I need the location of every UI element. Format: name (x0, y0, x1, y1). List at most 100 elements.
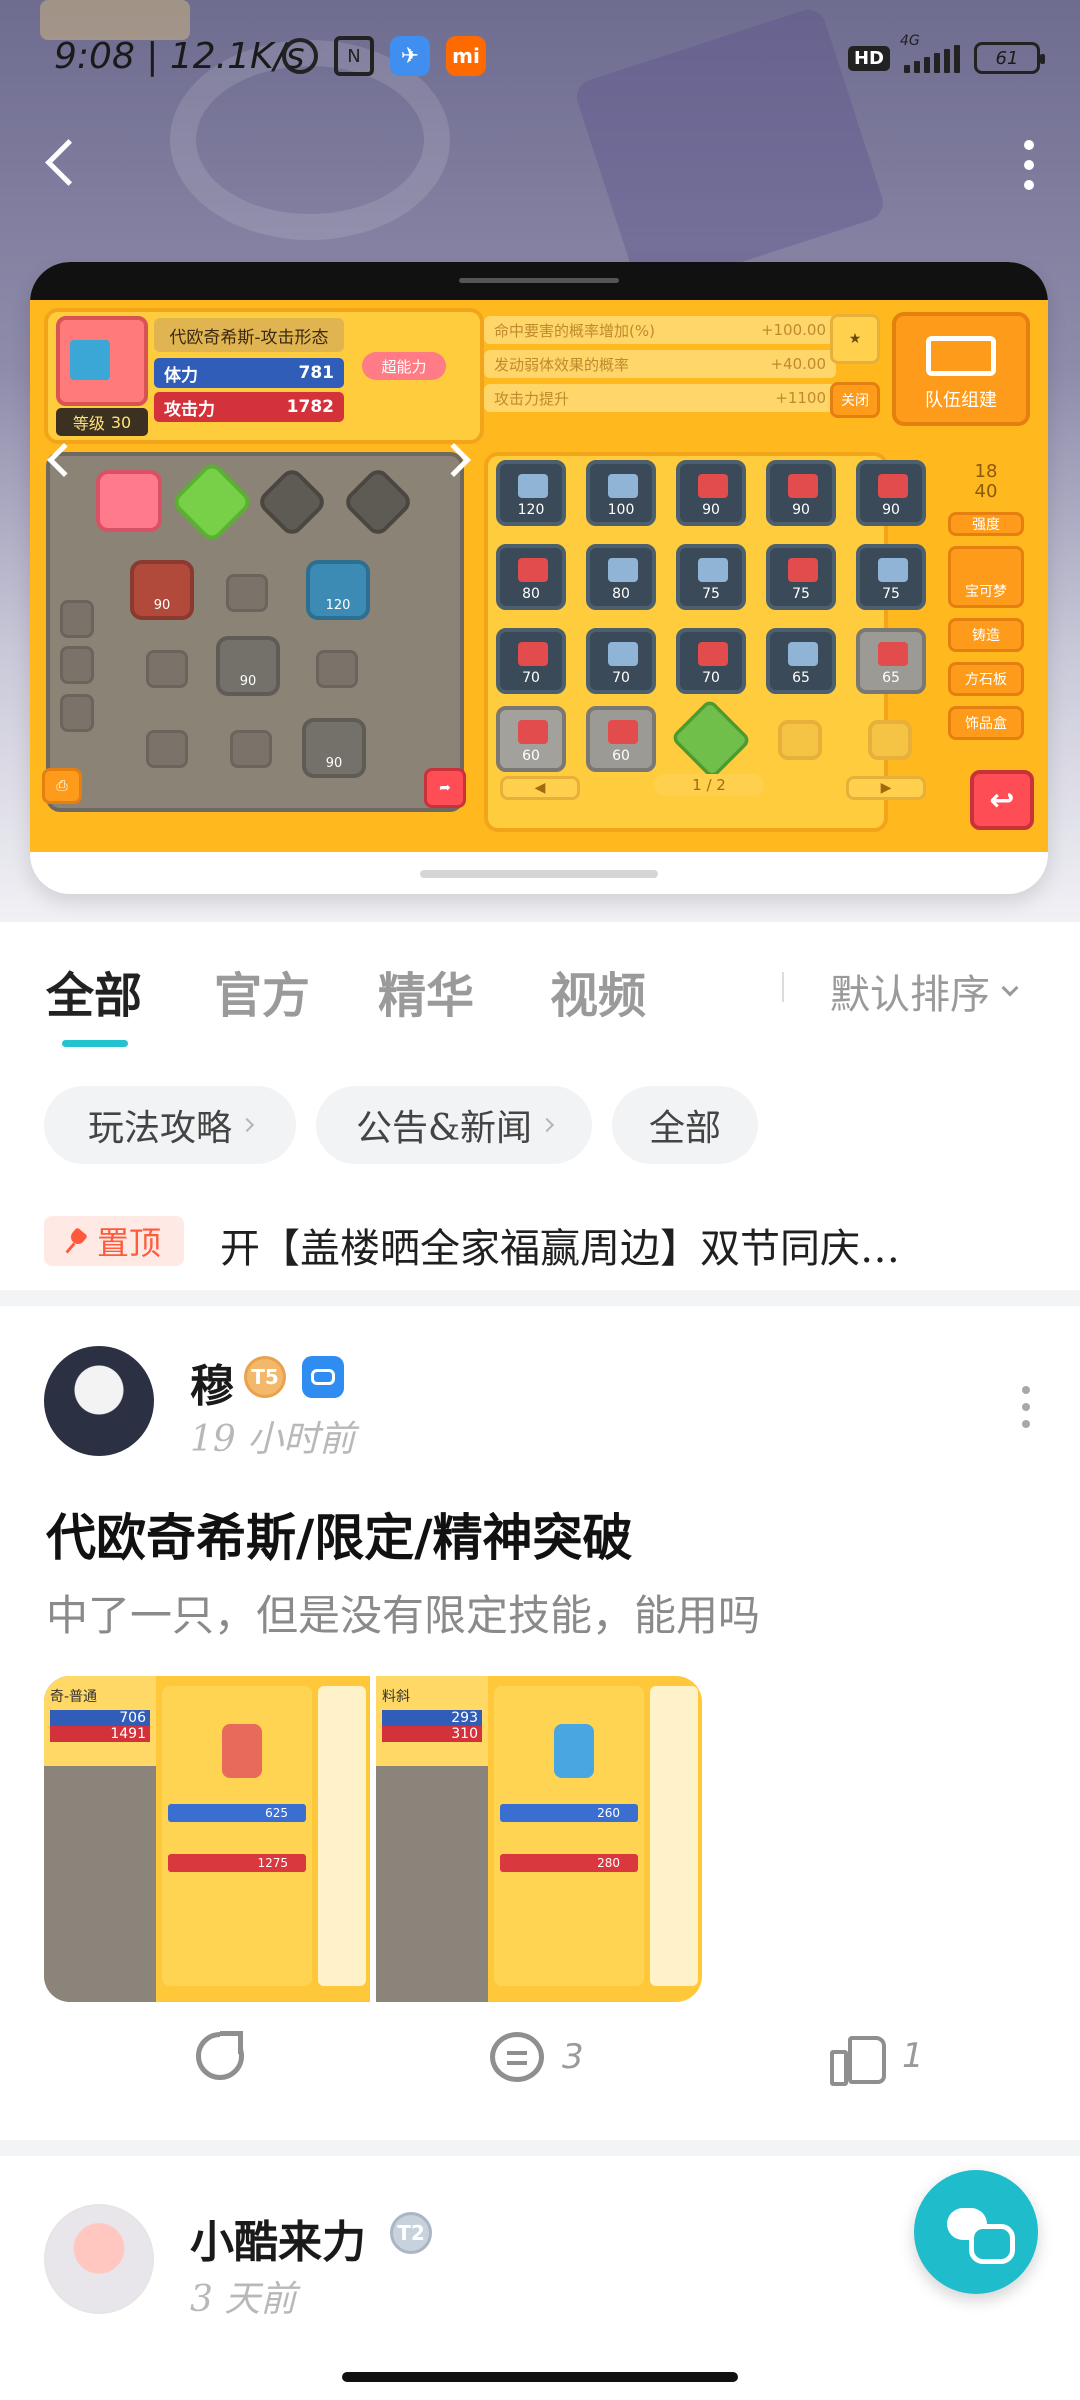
post-description[interactable]: 中了一只，但是没有限定技能，能用吗 (46, 1582, 760, 1643)
pokemon-figure (222, 1724, 262, 1778)
bonus-row: 命中要害的概率增加(%) +100.00 (484, 316, 836, 344)
level-badge: 等级 30 (56, 408, 148, 436)
inventory-empty-slot (778, 720, 822, 760)
tab-featured[interactable]: 精华 (378, 956, 474, 1026)
status-bar: 9:08 | 12.1K/s N ✈ mi HD 4G 61 (0, 0, 1080, 110)
comment-button[interactable]: 3 (490, 2032, 584, 2082)
thumbs-up-icon (830, 2032, 886, 2086)
board-side-slot (60, 694, 94, 732)
board-empty-slot (230, 730, 272, 768)
inventory-slot: 90 (676, 460, 746, 526)
side-button: 宝可梦 (948, 546, 1024, 608)
inventory-slot: 70 (586, 628, 656, 694)
post-more-button[interactable] (1022, 1386, 1032, 1428)
chevron-down-icon (1001, 979, 1019, 997)
game-screenshot: 代欧奇希斯-攻击形态 体力 781 攻击力 1782 等级 30 超能力 命中要害的概… (30, 300, 1048, 852)
board-empty-slot (146, 650, 188, 688)
share-icon: ➦ (424, 768, 466, 808)
username[interactable]: 穆 (190, 1350, 234, 1414)
pinned-title[interactable]: 开【盖楼晒全家福赢周边】双节同庆… (220, 1216, 1040, 1274)
post-images[interactable]: 奇-普通 706 1491 625 1275 料斜 293 310 260 28… (44, 1676, 702, 2002)
post-card[interactable]: 穆 T5 19 小时前 代欧奇希斯/限定/精神突破 中了一只，但是没有限定技能，… (0, 1306, 1080, 2140)
thumb-side (318, 1686, 366, 1986)
post-time: 19 小时前 (190, 1419, 356, 1460)
inventory-slot: 75 (856, 544, 926, 610)
inventory-slot: 120 (496, 460, 566, 526)
sort-label: 默认排序 (830, 972, 990, 1018)
post-image[interactable]: 料斜 293 310 260 280 (376, 1676, 702, 2002)
post-card[interactable]: 小酷来力 T2 3 天前 (0, 2156, 1080, 2400)
board-slot: 90 (130, 560, 194, 620)
inventory-slot: 65 (766, 628, 836, 694)
chip-all[interactable]: 全部 (612, 1086, 758, 1164)
capacity-counter: 18 40 (974, 461, 998, 502)
inventory-slot: 80 (586, 544, 656, 610)
tab-all[interactable]: 全部 (46, 956, 142, 1026)
star-icon: ★ (830, 314, 880, 364)
pinned-badge-label: 置顶 (96, 1224, 161, 1262)
side-button: 方石板 (948, 662, 1024, 696)
board-slot: 120 (306, 560, 370, 620)
inventory-slot: 75 (766, 544, 836, 610)
pinned-post[interactable]: 置顶 开【盖楼晒全家福赢周边】双节同庆… (0, 1200, 1080, 1280)
character-name: 代欧奇希斯-攻击形态 (154, 318, 344, 352)
sort-dropdown[interactable]: 默认排序 (830, 962, 1019, 1020)
post-image[interactable]: 奇-普通 706 1491 625 1275 (44, 1676, 370, 2002)
inventory-slot: 90 (856, 460, 926, 526)
level-badge: T5 (244, 1356, 286, 1398)
inventory-slot: 90 (766, 460, 836, 526)
chip-guides[interactable]: 玩法攻略 (44, 1086, 296, 1164)
signal-icon: 4G (900, 33, 960, 73)
skill-tag: 超能力 (362, 352, 446, 380)
home-indicator[interactable] (342, 2372, 738, 2382)
chip-label: 玩法攻略 (87, 1108, 232, 1149)
bonus-row: 发动弱体效果的概率 +40.00 (484, 350, 836, 378)
nfc-icon: N (334, 36, 374, 76)
chip-news[interactable]: 公告&新闻 (316, 1086, 592, 1164)
username[interactable]: 小酷来力 (190, 2206, 366, 2270)
chevron-right-icon (239, 1117, 255, 1133)
hp-stat: 体力 781 (154, 358, 344, 388)
inventory-slot: 60 (496, 706, 566, 772)
new-post-button[interactable] (914, 2170, 1038, 2294)
board-side-slot (60, 646, 94, 684)
comment-icon (490, 2032, 544, 2082)
side-button: 铸造 (948, 618, 1024, 652)
like-button[interactable]: 1 (830, 2032, 924, 2086)
comment-count: 3 (562, 2037, 584, 2077)
thumb-header: 料斜 293 310 (376, 1676, 488, 1766)
board-gem (96, 470, 162, 532)
post-title[interactable]: 代欧奇希斯/限定/精神突破 (46, 1498, 633, 1570)
avatar[interactable] (44, 2204, 154, 2314)
post-actions: 3 1 (0, 2022, 1080, 2102)
back-button[interactable] (40, 132, 90, 192)
inventory-slot: 75 (676, 544, 746, 610)
share-button[interactable] (196, 2031, 244, 2080)
board-slot: 90 (216, 636, 280, 696)
tab-video[interactable]: 视频 (550, 956, 646, 1026)
more-options-button[interactable] (1014, 140, 1044, 190)
section-divider (0, 2140, 1080, 2156)
avatar[interactable] (44, 1346, 154, 1456)
team-button: 队伍组建 (892, 312, 1030, 426)
thumb-hp-bar: 260 (500, 1804, 638, 1822)
chip-label: 全部 (648, 1108, 721, 1149)
hd-badge: HD (847, 45, 890, 71)
like-count: 1 (902, 2036, 924, 2076)
side-button: 饰品盒 (948, 706, 1024, 740)
inventory-slot: 70 (496, 628, 566, 694)
inventory-slot: 100 (586, 460, 656, 526)
featured-screenshot-card[interactable]: 代欧奇希斯-攻击形态 体力 781 攻击力 1782 等级 30 超能力 命中要害的概… (30, 262, 1048, 894)
character-portrait (56, 316, 148, 406)
attack-stat: 攻击力 1782 (154, 392, 344, 422)
mi-icon: mi (446, 36, 486, 76)
inventory-next-button: ▶ (846, 776, 926, 800)
thumb-header: 奇-普通 706 1491 (44, 1676, 156, 1766)
tab-official[interactable]: 官方 (214, 956, 310, 1026)
level-badge: T2 (390, 2212, 432, 2254)
side-button: 强度 (948, 512, 1024, 536)
post-time: 3 天前 (190, 2279, 297, 2320)
close-button: 关闭 (830, 382, 880, 418)
inventory-slot: 65 (856, 628, 926, 694)
filter-chips: 玩法攻略 公告&新闻 全部 (0, 1086, 1080, 1166)
